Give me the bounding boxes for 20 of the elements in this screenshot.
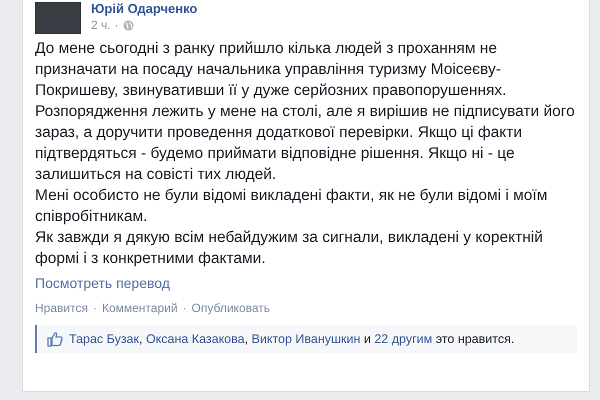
likes-sentence: Тарас Бузак, Оксана Казакова, Виктор Иванушкин и 22 другим это нравится. xyxy=(69,332,514,346)
liker-name-link[interactable]: Оксана Казакова xyxy=(146,332,245,346)
post-paragraph: Розпорядження лежить у мене на столі, але я вирішив не підписувати його зараз, а доручити проведення додаткової перевірки. Якщо ці факти підтвердяться - будемо приймати відповідне рішення. Якщо ні - це залишиться на совісті тих людей. xyxy=(35,102,576,185)
separator-dot: · xyxy=(114,18,119,32)
action-link[interactable]: Опубликовать xyxy=(192,301,270,315)
liker-name-link[interactable]: Тарас Бузак xyxy=(69,332,139,346)
avatar-photo-placeholder[interactable] xyxy=(35,2,81,34)
action-link[interactable]: Комментарий xyxy=(102,301,178,315)
see-translation-link[interactable]: Посмотреть перевод xyxy=(35,275,170,291)
action-link[interactable]: Нравится xyxy=(35,301,88,315)
others-link[interactable]: 22 другим xyxy=(374,332,432,346)
liker-name-link[interactable]: Виктор Иванушкин xyxy=(252,332,360,346)
globe-icon xyxy=(122,20,134,30)
post-paragraph: До мене сьогодні з ранку прийшло кілька людей з проханням не призначати на посаду начальника управління туризму Моісеєву-Покришеву, звинувативши її у дуже серйозних правопорушеннях. xyxy=(35,39,508,101)
thumbs-up-icon xyxy=(47,331,63,347)
post-paragraph: Мені особисто не були відомі викладені факти, як не були відомі і моїм співробітникам. xyxy=(35,186,548,227)
author-name-link[interactable]: Юрій Одарченко xyxy=(91,2,198,16)
post-paragraph: Як завжди я дякую всім небайдужим за сигнали, викладені у коректній формі і з конкретними фактами. xyxy=(35,228,544,269)
separator-dot: · xyxy=(182,301,187,315)
separator-dot: · xyxy=(92,301,97,315)
